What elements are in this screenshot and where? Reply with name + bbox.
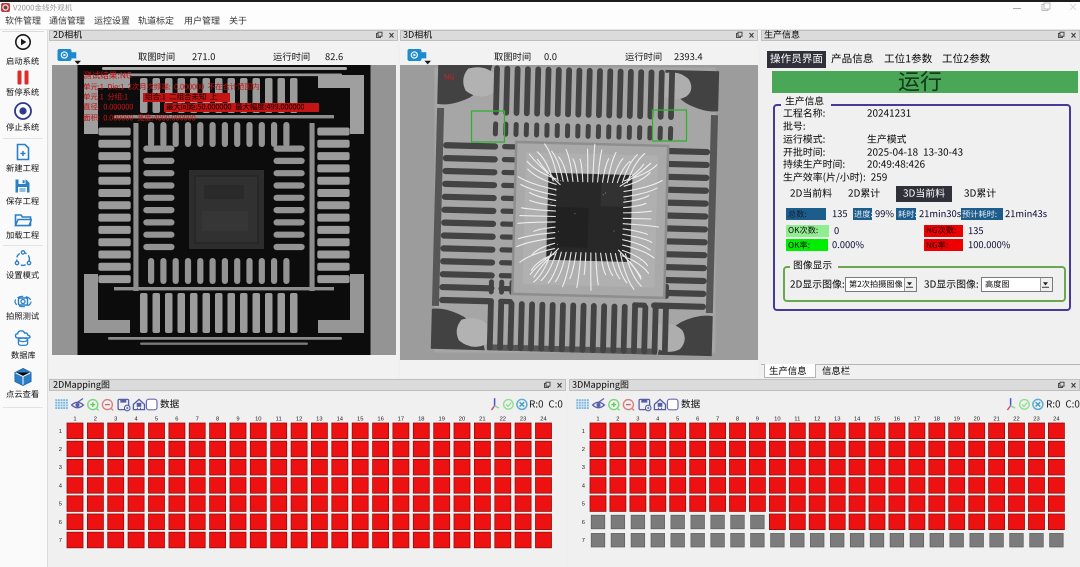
svg-text:7: 7 bbox=[195, 417, 198, 423]
svg-text:4: 4 bbox=[58, 483, 62, 489]
svg-text:4: 4 bbox=[581, 483, 585, 489]
svg-text:3: 3 bbox=[58, 465, 61, 471]
svg-text:14: 14 bbox=[336, 417, 343, 423]
svg-text:12: 12 bbox=[295, 417, 301, 423]
svg-text:7: 7 bbox=[58, 538, 61, 544]
svg-text:21: 21 bbox=[993, 417, 999, 423]
svg-text:3: 3 bbox=[114, 417, 117, 423]
svg-text:24: 24 bbox=[1053, 417, 1060, 423]
svg-text:20: 20 bbox=[973, 417, 979, 423]
svg-text:21: 21 bbox=[479, 417, 485, 423]
svg-text:9: 9 bbox=[236, 417, 239, 423]
svg-text:4: 4 bbox=[134, 417, 138, 423]
svg-text:11: 11 bbox=[794, 417, 800, 423]
svg-text:9: 9 bbox=[755, 417, 758, 423]
svg-text:6: 6 bbox=[581, 520, 584, 526]
svg-text:5: 5 bbox=[581, 502, 584, 508]
svg-text:3: 3 bbox=[581, 465, 584, 471]
svg-text:20: 20 bbox=[458, 417, 464, 423]
svg-text:19: 19 bbox=[438, 417, 444, 423]
svg-text:6: 6 bbox=[58, 520, 61, 526]
svg-text:1: 1 bbox=[596, 417, 599, 423]
svg-text:17: 17 bbox=[913, 417, 919, 423]
svg-text:16: 16 bbox=[893, 417, 899, 423]
svg-text:15: 15 bbox=[873, 417, 879, 423]
svg-text:16: 16 bbox=[377, 417, 383, 423]
svg-text:1: 1 bbox=[581, 429, 584, 435]
svg-text:1: 1 bbox=[73, 417, 76, 423]
svg-text:5: 5 bbox=[154, 417, 157, 423]
svg-text:14: 14 bbox=[853, 417, 860, 423]
svg-text:1: 1 bbox=[58, 429, 61, 435]
svg-text:11: 11 bbox=[275, 417, 281, 423]
svg-text:10: 10 bbox=[255, 417, 261, 423]
svg-text:2: 2 bbox=[616, 417, 619, 423]
svg-text:12: 12 bbox=[813, 417, 819, 423]
svg-text:23: 23 bbox=[1033, 417, 1039, 423]
svg-text:4: 4 bbox=[656, 417, 660, 423]
svg-text:2: 2 bbox=[93, 417, 96, 423]
svg-text:17: 17 bbox=[397, 417, 403, 423]
svg-text:19: 19 bbox=[953, 417, 959, 423]
svg-text:8: 8 bbox=[215, 417, 218, 423]
svg-text:10: 10 bbox=[774, 417, 780, 423]
svg-text:7: 7 bbox=[715, 417, 718, 423]
svg-text:5: 5 bbox=[676, 417, 679, 423]
svg-text:8: 8 bbox=[735, 417, 738, 423]
svg-text:22: 22 bbox=[1013, 417, 1019, 423]
svg-text:15: 15 bbox=[356, 417, 362, 423]
svg-text:7: 7 bbox=[581, 538, 584, 544]
svg-text:18: 18 bbox=[933, 417, 939, 423]
svg-text:13: 13 bbox=[316, 417, 322, 423]
svg-text:2: 2 bbox=[581, 447, 584, 453]
svg-text:24: 24 bbox=[540, 417, 547, 423]
svg-text:2: 2 bbox=[58, 447, 61, 453]
svg-text:3: 3 bbox=[636, 417, 639, 423]
svg-text:23: 23 bbox=[519, 417, 525, 423]
svg-text:13: 13 bbox=[833, 417, 839, 423]
svg-text:6: 6 bbox=[175, 417, 178, 423]
svg-text:22: 22 bbox=[499, 417, 505, 423]
svg-text:5: 5 bbox=[58, 502, 61, 508]
svg-text:18: 18 bbox=[418, 417, 424, 423]
svg-text:6: 6 bbox=[696, 417, 699, 423]
